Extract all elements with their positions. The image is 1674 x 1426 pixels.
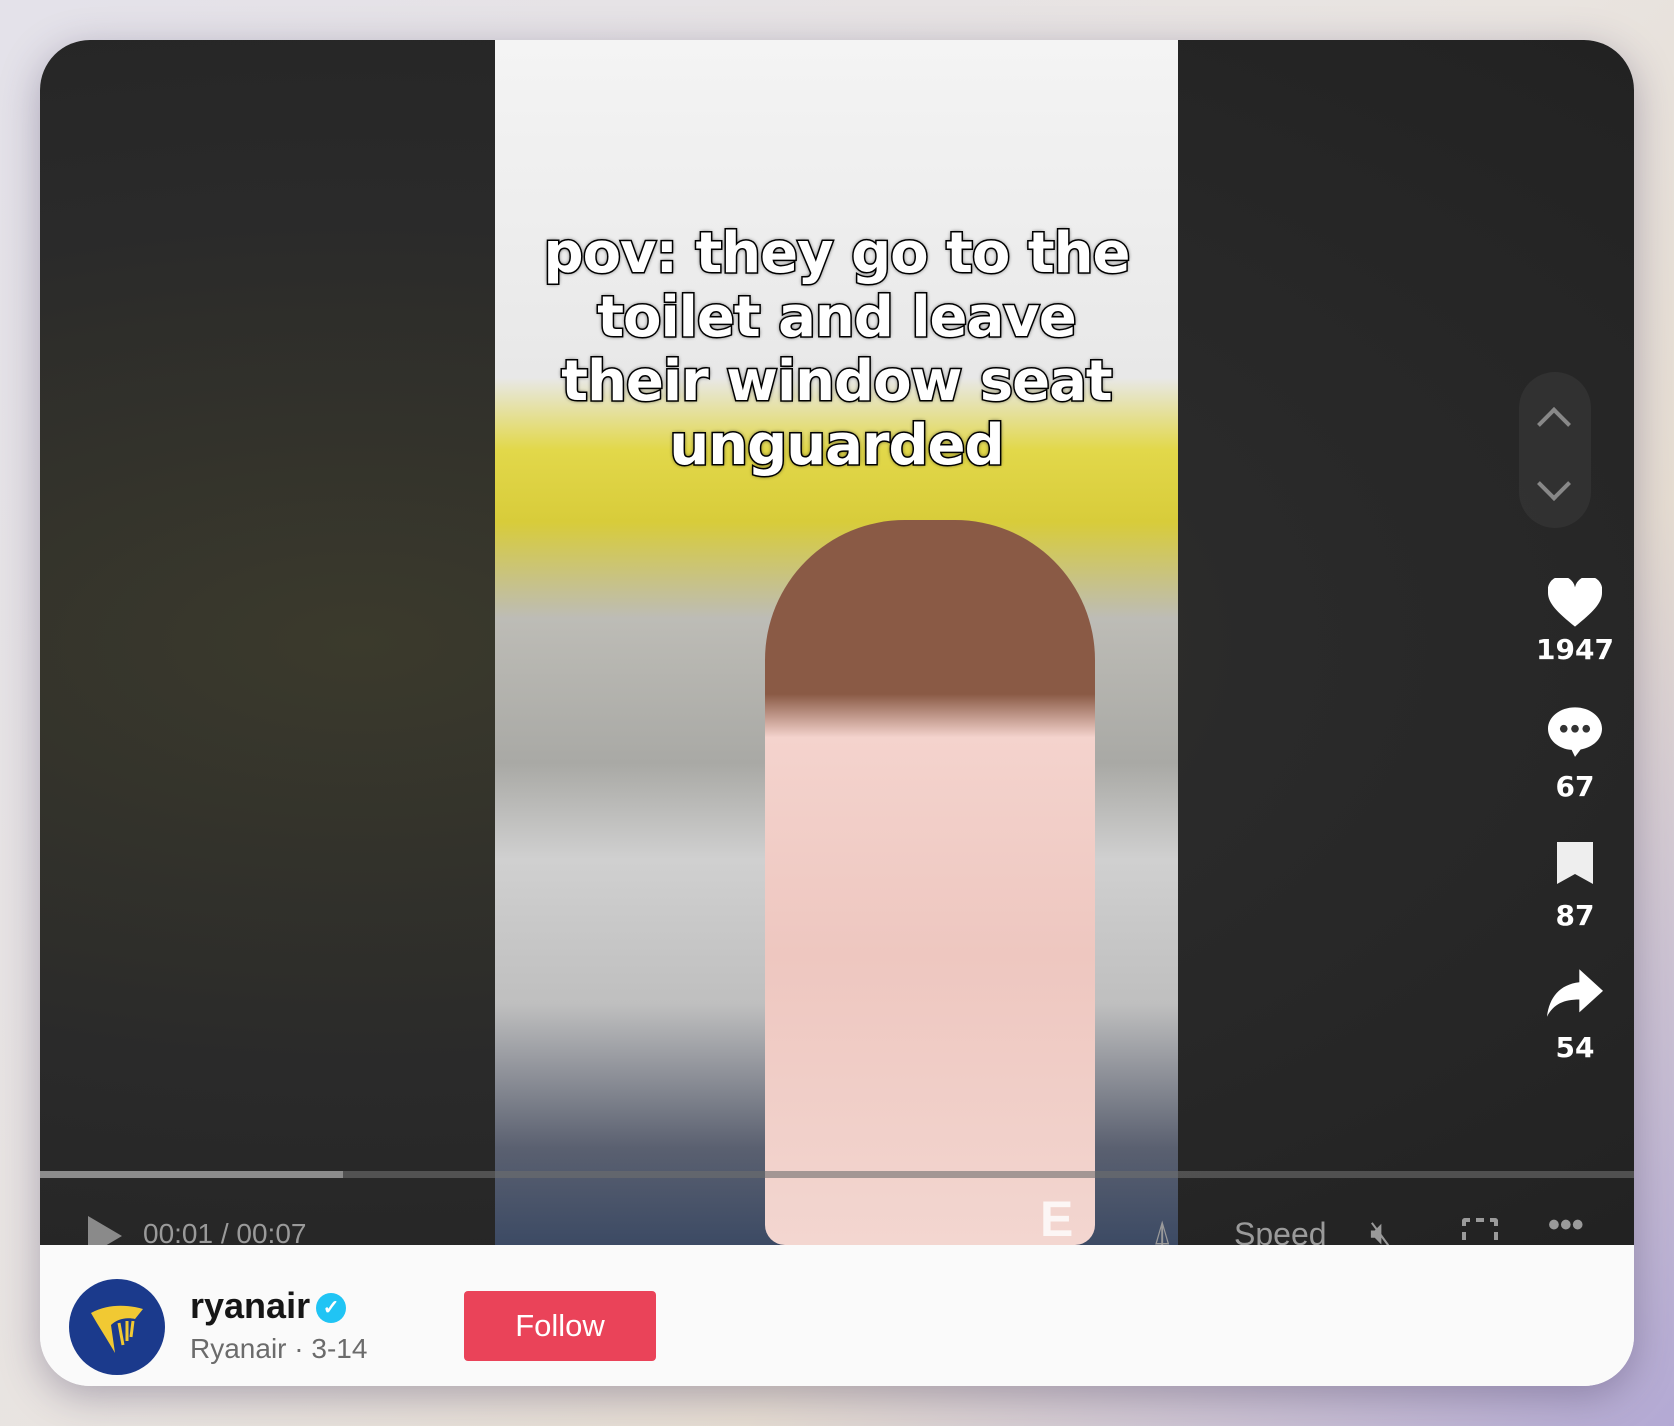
control-bar: 00:01 / 00:07 ⍋ Speed 🔇︎ ••• <box>40 1178 1634 1256</box>
like-button[interactable]: 1947 <box>1520 576 1630 666</box>
author-bar: ryanair ✓ Ryanair · 3-14 Follow <box>40 1245 1634 1386</box>
video-subject <box>765 520 1095 1245</box>
video-player[interactable]: pov: they go to the toilet and leave the… <box>40 40 1634 1256</box>
caption-line: toilet and leave <box>596 284 1079 351</box>
avatar[interactable] <box>69 1279 165 1375</box>
comment-icon <box>1548 707 1602 757</box>
share-button[interactable]: 54 <box>1520 968 1630 1064</box>
save-count: 87 <box>1555 899 1595 932</box>
video-frame[interactable]: pov: they go to the toilet and leave the… <box>495 40 1178 1245</box>
author-handle[interactable]: ryanair ✓ <box>190 1285 347 1327</box>
comment-count: 67 <box>1555 770 1595 803</box>
verified-icon: ✓ <box>316 1293 347 1323</box>
follow-button[interactable]: Follow <box>464 1291 656 1361</box>
share-icon <box>1547 969 1603 1017</box>
video-card: pov: they go to the toilet and leave the… <box>40 40 1634 1386</box>
chevron-up-icon[interactable] <box>1537 407 1571 441</box>
caption-line: unguarded <box>668 412 1006 479</box>
like-count: 1947 <box>1536 633 1614 666</box>
video-nav <box>1519 372 1591 528</box>
caption-line: their window seat <box>560 348 1114 415</box>
bookmark-icon <box>1557 842 1593 884</box>
share-count: 54 <box>1555 1031 1595 1064</box>
author-handle-text[interactable]: ryanair <box>190 1285 310 1326</box>
save-button[interactable]: 87 <box>1520 840 1630 932</box>
chevron-down-icon[interactable] <box>1537 467 1571 501</box>
caption-line: pov: they go to the <box>542 220 1132 287</box>
video-caption: pov: they go to the toilet and leave the… <box>495 220 1178 479</box>
author-subtitle: Ryanair · 3-14 <box>190 1333 368 1364</box>
progress-fill <box>40 1171 343 1178</box>
ryanair-logo-icon <box>91 1305 143 1353</box>
heart-icon <box>1547 576 1603 627</box>
comment-button[interactable]: 67 <box>1520 705 1630 803</box>
more-icon[interactable]: ••• <box>1548 1206 1584 1245</box>
progress-bar[interactable] <box>40 1171 1634 1178</box>
